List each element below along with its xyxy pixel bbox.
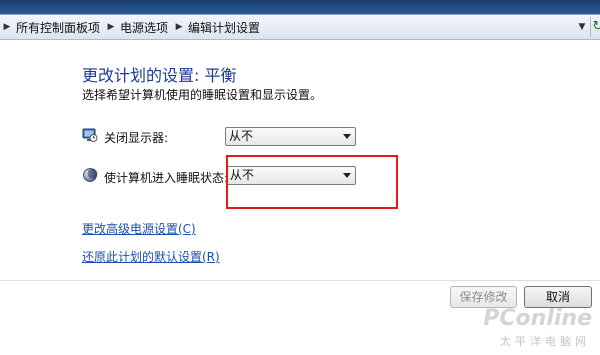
- save-changes-button[interactable]: 保存修改: [450, 286, 517, 308]
- chevron-right-icon[interactable]: ▶: [0, 22, 14, 32]
- page-title: 更改计划的设置: 平衡: [82, 66, 237, 85]
- moon-sleep-icon: [82, 167, 98, 183]
- chevron-right-icon[interactable]: ▶: [104, 22, 118, 32]
- chevron-down-icon: [343, 134, 351, 139]
- highlight-box: [226, 155, 398, 209]
- advanced-power-settings-link[interactable]: 更改高级电源设置(C): [82, 220, 196, 237]
- turn-off-display-select[interactable]: 从不: [225, 127, 356, 146]
- chevron-down-icon[interactable]: ▼: [575, 18, 589, 36]
- address-bar[interactable]: ▶ 所有控制面板项 ▶ 电源选项 ▶ 编辑计划设置 ▼ ↻: [0, 14, 600, 40]
- monitor-clock-icon: [82, 127, 98, 143]
- restore-defaults-text: 还原此计划的默认设置(R): [82, 250, 220, 264]
- breadcrumb-item-power-options[interactable]: 电源选项: [118, 19, 172, 36]
- advanced-power-settings-text: 更改高级电源设置(C): [82, 222, 196, 236]
- window-title-strip: [0, 0, 600, 14]
- sleep-label: 使计算机进入睡眠状态:: [104, 171, 229, 185]
- turn-off-display-value: 从不: [229, 129, 254, 143]
- refresh-icon[interactable]: ↻: [590, 17, 600, 37]
- chevron-right-icon[interactable]: ▶: [172, 22, 186, 32]
- page-subtitle: 选择希望计算机使用的睡眠设置和显示设置。: [82, 88, 323, 102]
- breadcrumb-item-control-panel[interactable]: 所有控制面板项: [14, 19, 104, 36]
- turn-off-display-label: 关闭显示器:: [104, 131, 169, 145]
- cancel-button[interactable]: 取消: [524, 286, 592, 308]
- breadcrumb: ▶ 所有控制面板项 ▶ 电源选项 ▶ 编辑计划设置: [0, 18, 264, 36]
- restore-defaults-link[interactable]: 还原此计划的默认设置(R): [82, 248, 220, 265]
- breadcrumb-item-edit-plan[interactable]: 编辑计划设置: [186, 19, 264, 36]
